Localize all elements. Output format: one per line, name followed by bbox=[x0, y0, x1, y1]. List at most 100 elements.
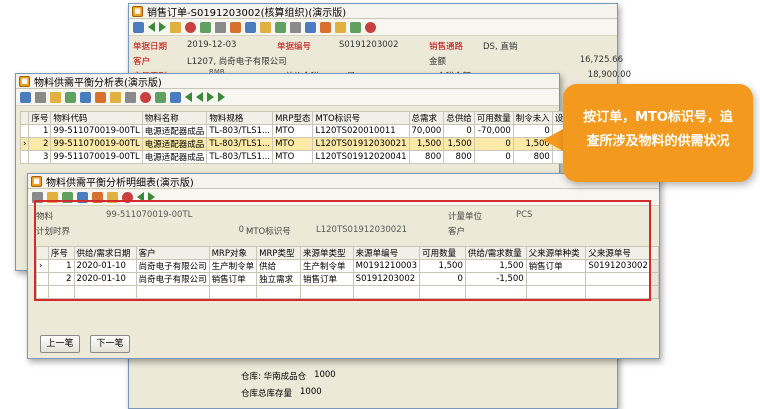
app-icon: ■ bbox=[19, 75, 30, 87]
supply-demand-table: 序号 物料代码 物料名称 物料规格 MRP型态 MTO标识号 总需求 总供给 可… bbox=[19, 111, 567, 164]
row-pointer-icon: › bbox=[19, 137, 30, 151]
channel-value[interactable]: DS, 直销 bbox=[483, 40, 583, 52]
table-header-row: 序号 物料代码 物料名称 物料规格 MRP型态 MTO标识号 总需求 总供给 可… bbox=[19, 111, 567, 125]
supply-demand-grid: 序号 物料代码 物料名称 物料规格 MRP型态 MTO标识号 总需求 总供给 可… bbox=[19, 111, 567, 164]
chart-icon[interactable] bbox=[170, 91, 181, 103]
print-icon[interactable] bbox=[35, 91, 46, 103]
close-icon[interactable] bbox=[140, 91, 151, 103]
preview-icon[interactable] bbox=[50, 91, 61, 103]
save-icon[interactable] bbox=[200, 21, 211, 33]
delete-icon[interactable] bbox=[185, 21, 196, 33]
row-seq: 2 bbox=[28, 137, 52, 151]
col-mrp[interactable]: MRP型态 bbox=[272, 111, 314, 125]
copy-icon[interactable] bbox=[245, 21, 256, 33]
prev-arrow-icon[interactable] bbox=[148, 22, 155, 32]
next-record-button[interactable]: 下一笔 bbox=[90, 335, 130, 353]
warehouse-total-label: 仓库总库存量 bbox=[241, 389, 293, 399]
order-no-label: 单据编号 bbox=[277, 42, 312, 52]
row-seq: 3 bbox=[28, 150, 52, 164]
scrollbar[interactable] bbox=[649, 259, 660, 273]
row-supply: 800 bbox=[443, 150, 475, 164]
filter-icon[interactable] bbox=[305, 21, 316, 33]
new-doc-icon[interactable] bbox=[170, 21, 181, 33]
detail-icon[interactable] bbox=[155, 91, 166, 103]
prev-arrow-icon[interactable] bbox=[196, 92, 203, 102]
folder-icon[interactable] bbox=[260, 21, 271, 33]
filter-icon[interactable] bbox=[95, 91, 106, 103]
warehouse-label: 仓库: 华南成品仓 bbox=[241, 372, 307, 382]
row-seq: 1 bbox=[28, 124, 52, 138]
binoculars-icon[interactable] bbox=[80, 91, 91, 103]
link-icon[interactable] bbox=[320, 21, 331, 33]
row-name: 电源适配器成品 bbox=[141, 150, 208, 164]
next-arrow-icon[interactable] bbox=[159, 22, 166, 32]
row-demand: 1,500 bbox=[408, 137, 445, 151]
sales-order-row-1: 单据日期 2019-12-03 单据编号 S0191203002 销售通路 DS… bbox=[133, 40, 583, 52]
highlight-frame bbox=[34, 200, 651, 301]
attach-icon[interactable] bbox=[335, 21, 346, 33]
col-mto[interactable]: MTO标识号 bbox=[312, 111, 410, 125]
sort-icon[interactable] bbox=[125, 91, 136, 103]
row-mto: L120TS01912020041 bbox=[312, 150, 410, 164]
warehouse-row-1: 仓库: 华南成品仓 1000 bbox=[241, 370, 336, 382]
search-icon[interactable] bbox=[20, 91, 31, 103]
amount-value: 16,725.66 bbox=[579, 55, 623, 65]
row-demand: 800 bbox=[408, 150, 445, 164]
callout-line-2: 查所涉及物料的供需状况 bbox=[586, 134, 730, 149]
amount-label: 金额 bbox=[429, 57, 447, 67]
row-name: 电源适配器成品 bbox=[141, 137, 208, 151]
row-mrp: MTO bbox=[272, 150, 314, 164]
app-icon: ■ bbox=[132, 5, 143, 17]
sales-order-titlebar: ■ 销售订单-S0191203002(核算组织)(演示版) bbox=[129, 4, 617, 19]
row-mto: L120TS020010011 bbox=[312, 124, 410, 138]
row-avail: 0 bbox=[473, 150, 514, 164]
col-code[interactable]: 物料代码 bbox=[50, 111, 143, 125]
supply-demand-toolbar bbox=[16, 89, 559, 106]
detail-titlebar: ■ 物料供需平衡分析明细表(演示版) bbox=[28, 174, 659, 189]
callout-tail bbox=[543, 128, 565, 152]
table-row[interactable]: 1 99-511070019-00TL 电源适配器成品 TL-803/TLS1.… bbox=[19, 124, 567, 138]
row-demand: 70,000 bbox=[408, 124, 445, 138]
row-mrp: MTO bbox=[272, 137, 314, 151]
order-date-value[interactable]: 2019-12-03 bbox=[187, 40, 277, 52]
row-name: 电源适配器成品 bbox=[141, 124, 208, 138]
col-spec[interactable]: 物料规格 bbox=[206, 111, 274, 125]
col-demand[interactable]: 总需求 bbox=[408, 111, 445, 125]
prev-record-button[interactable]: 上一笔 bbox=[40, 335, 80, 353]
refresh-icon[interactable] bbox=[230, 21, 241, 33]
search-icon[interactable] bbox=[133, 21, 144, 33]
col-seq[interactable]: 序号 bbox=[28, 111, 52, 125]
row-supply: 0 bbox=[443, 124, 475, 138]
col-avail[interactable]: 可用数量 bbox=[473, 111, 514, 125]
col-wip[interactable]: 制令未入 bbox=[512, 111, 553, 125]
col-supply[interactable]: 总供给 bbox=[443, 111, 475, 125]
sales-order-row-2: 客户 L1207, 尚奇电子有限公司 金额 16,725.66 bbox=[133, 55, 623, 67]
col-name[interactable]: 物料名称 bbox=[141, 111, 208, 125]
export-icon[interactable] bbox=[110, 91, 121, 103]
tools-icon[interactable] bbox=[290, 21, 301, 33]
refresh-icon[interactable] bbox=[65, 91, 76, 103]
customer-value[interactable]: L1207, 尚奇电子有限公司 bbox=[187, 55, 429, 67]
export-icon[interactable] bbox=[350, 21, 361, 33]
row-wip: 800 bbox=[512, 150, 553, 164]
row-avail: -70,000 bbox=[473, 124, 514, 138]
warehouse-row-2: 仓库总库存量 1000 bbox=[241, 387, 322, 399]
scrollbar[interactable] bbox=[649, 272, 660, 286]
row-spec: TL-803/TLS1... bbox=[206, 150, 274, 164]
order-no-value[interactable]: S0191203002 bbox=[339, 40, 429, 52]
table-row-selected[interactable]: › 2 99-511070019-00TL 电源适配器成品 TL-803/TLS… bbox=[19, 137, 567, 151]
check-icon[interactable] bbox=[275, 21, 286, 33]
last-arrow-icon[interactable] bbox=[218, 92, 225, 102]
row-mto: L120TS01912030021 bbox=[312, 137, 410, 151]
close-icon[interactable] bbox=[365, 21, 376, 33]
row-supply: 1,500 bbox=[443, 137, 475, 151]
first-arrow-icon[interactable] bbox=[185, 92, 192, 102]
print-icon[interactable] bbox=[215, 21, 226, 33]
supply-demand-titlebar: ■ 物料供需平衡分析表(演示版) bbox=[16, 74, 559, 89]
channel-label: 销售通路 bbox=[429, 42, 464, 52]
next-arrow-icon[interactable] bbox=[207, 92, 214, 102]
table-row[interactable]: 3 99-511070019-00TL 电源适配器成品 TL-803/TLS1.… bbox=[19, 150, 567, 164]
customer-label: 客户 bbox=[133, 57, 151, 67]
app-icon: ■ bbox=[31, 175, 42, 187]
row-code: 99-511070019-00TL bbox=[50, 150, 143, 164]
